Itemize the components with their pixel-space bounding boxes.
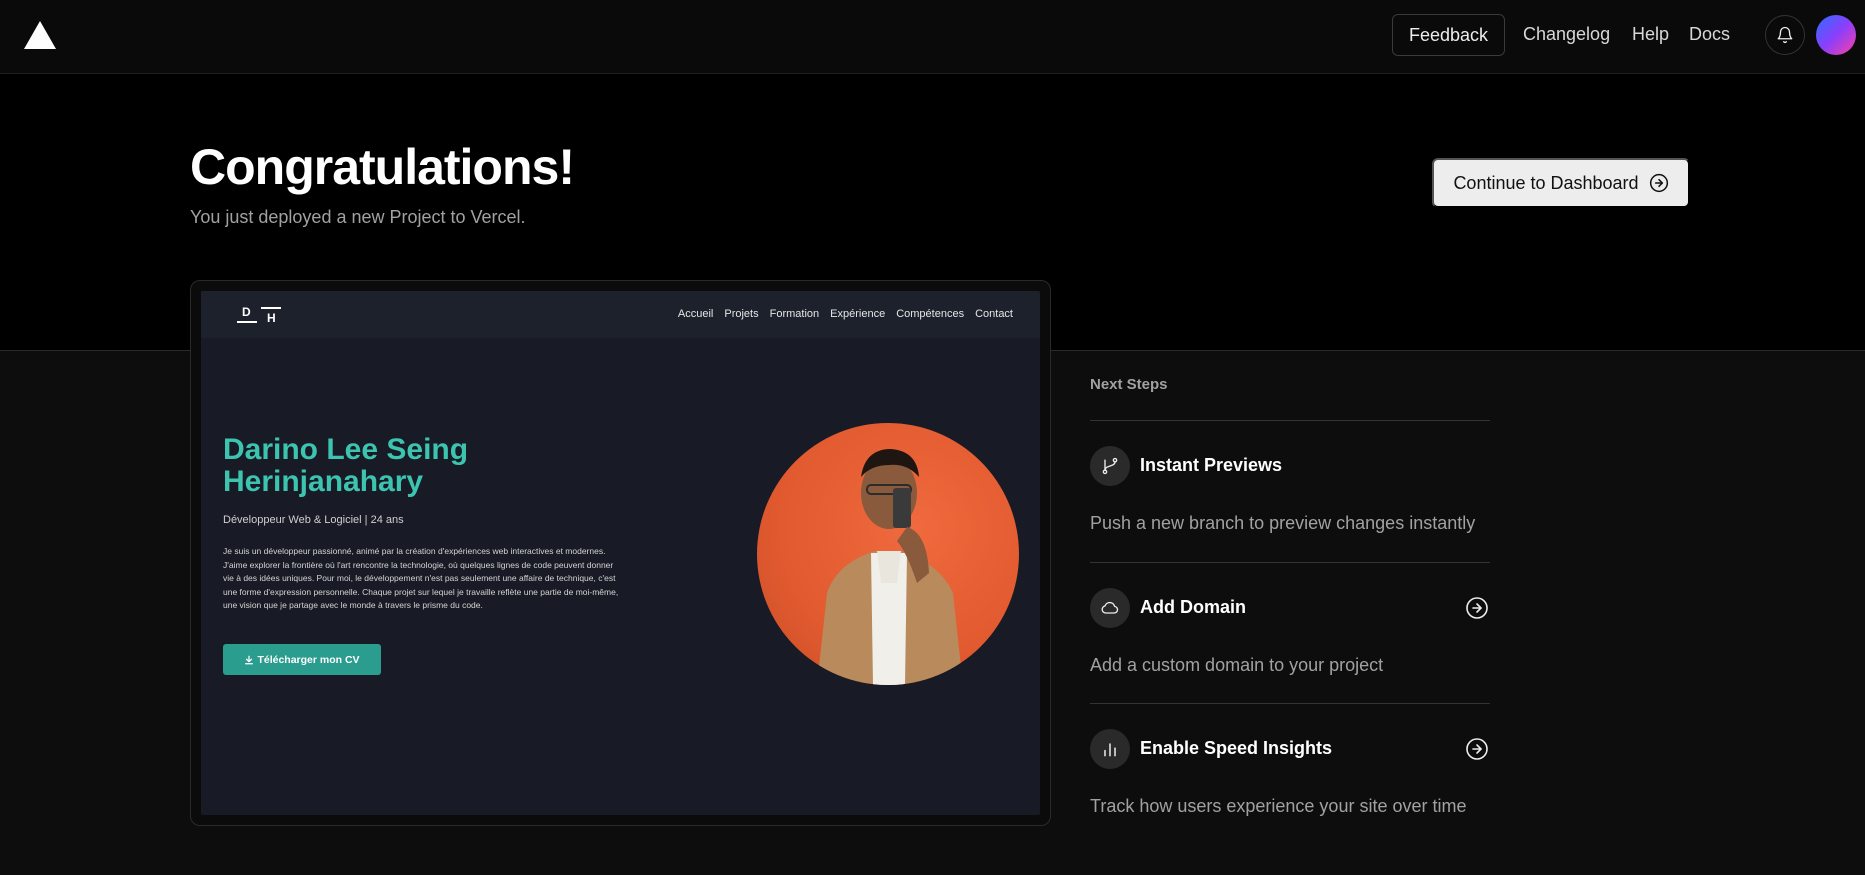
continue-button-label: Continue to Dashboard — [1453, 172, 1639, 193]
notifications-button[interactable] — [1765, 15, 1805, 55]
git-branch-icon — [1090, 446, 1130, 486]
preview-nav-accueil: Accueil — [677, 308, 714, 320]
arrow-right-circle-icon[interactable] — [1465, 596, 1489, 620]
step-title-speed-insights[interactable]: Enable Speed Insights — [1140, 738, 1332, 759]
divider — [1090, 420, 1490, 421]
preview-nav-contact: Contact — [975, 308, 1013, 320]
vercel-logo-icon[interactable] — [24, 21, 56, 49]
feedback-button[interactable]: Feedback — [1392, 14, 1505, 56]
step-desc-add-domain: Add a custom domain to your project — [1090, 655, 1384, 675]
preview-nav-experience: Expérience — [830, 308, 886, 320]
cloud-icon — [1090, 588, 1130, 628]
preview-site-navbar: D H Accueil Projets Formation Expérience… — [201, 291, 1040, 338]
preview-cv-label: Télécharger mon CV — [257, 653, 360, 666]
preview-screenshot: D H Accueil Projets Formation Expérience… — [201, 291, 1040, 815]
divider — [1090, 562, 1490, 563]
portrait-person-image — [817, 449, 963, 685]
deployment-preview[interactable]: D H Accueil Projets Formation Expérience… — [190, 280, 1051, 826]
step-desc-instant-previews: Push a new branch to preview changes ins… — [1090, 513, 1476, 533]
arrow-right-circle-icon[interactable] — [1465, 737, 1489, 761]
preview-site-logo: D H — [237, 305, 281, 327]
bar-chart-icon — [1090, 729, 1130, 769]
step-title-add-domain[interactable]: Add Domain — [1140, 597, 1246, 618]
nav-link-changelog[interactable]: Changelog — [1523, 24, 1610, 45]
preview-site-links: Accueil Projets Formation Expérience Com… — [678, 308, 1013, 320]
continue-to-dashboard-button[interactable]: Continue to Dashboard — [1432, 158, 1690, 208]
page-subtitle: You just deployed a new Project to Verce… — [190, 207, 526, 227]
next-steps-heading: Next Steps — [1090, 376, 1168, 393]
top-navbar: Feedback Changelog Help Docs — [0, 0, 1865, 74]
logo-letter-d: D — [242, 305, 251, 319]
preview-nav-projets: Projets — [724, 308, 759, 320]
preview-role: Développeur Web & Logiciel | 24 ans — [223, 514, 404, 526]
logo-letter-h: H — [267, 311, 276, 325]
preview-nav-formation: Formation — [769, 308, 820, 320]
preview-name-heading: Darino Lee Seing Herinjanahary — [223, 433, 469, 498]
page-title: Congratulations! — [190, 139, 575, 195]
preview-portrait — [757, 423, 1019, 685]
preview-bio: Je suis un développeur passionné, animé … — [223, 546, 619, 611]
bell-icon — [1777, 26, 1793, 44]
download-icon — [245, 655, 254, 664]
nav-link-docs[interactable]: Docs — [1689, 24, 1730, 45]
arrow-right-circle-icon — [1649, 173, 1668, 193]
avatar[interactable] — [1816, 15, 1856, 55]
preview-nav-competences: Compétences — [896, 308, 965, 320]
step-title-instant-previews[interactable]: Instant Previews — [1140, 455, 1282, 476]
step-desc-speed-insights: Track how users experience your site ove… — [1090, 796, 1467, 816]
nav-link-help[interactable]: Help — [1632, 24, 1669, 45]
divider — [1090, 703, 1490, 704]
preview-cv-button: Télécharger mon CV — [223, 644, 381, 675]
